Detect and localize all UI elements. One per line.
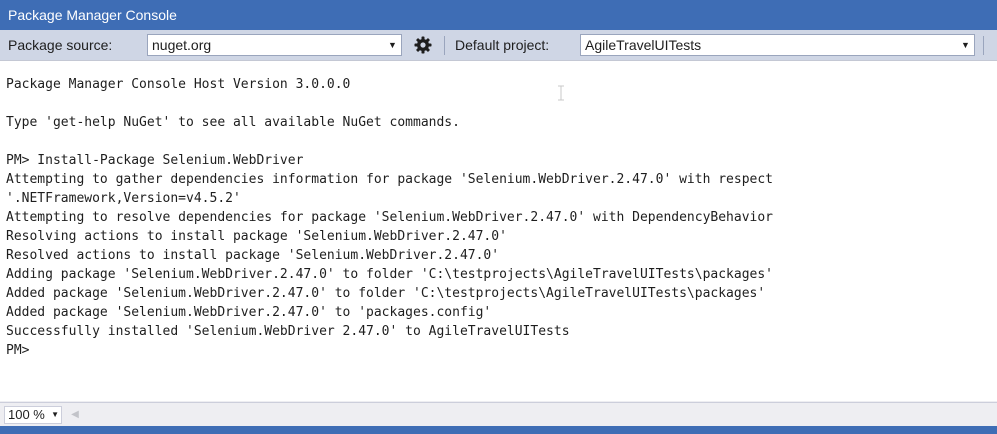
window-title: Package Manager Console [0, 0, 997, 30]
package-manager-console-window: Package Manager Console Package source: … [0, 0, 997, 434]
gear-icon[interactable] [412, 34, 434, 56]
chevron-down-icon[interactable]: ▼ [384, 35, 401, 55]
package-source-dropdown[interactable]: nuget.org ▼ [147, 34, 402, 56]
console-line: Added package 'Selenium.WebDriver.2.47.0… [6, 286, 766, 301]
window-bottom-border [0, 426, 997, 434]
zoom-value: 100 % [8, 407, 45, 422]
text-cursor-icon [558, 85, 564, 101]
chevron-down-icon[interactable]: ▼ [51, 407, 59, 423]
console-statusbar: 100 % ▼ ◀ [0, 402, 997, 426]
zoom-dropdown[interactable]: 100 % ▼ [4, 406, 62, 424]
console-line: Attempting to gather dependencies inform… [6, 172, 774, 187]
default-project-label: Default project: [455, 37, 550, 53]
default-project-dropdown[interactable]: AgileTravelUITests ▼ [580, 34, 975, 56]
console-line: Resolved actions to install package 'Sel… [6, 248, 500, 263]
console-toolbar: Package source: nuget.org ▼ Default proj… [0, 30, 997, 61]
console-line: PM> Install-Package Selenium.WebDriver [6, 153, 304, 168]
package-source-value: nuget.org [152, 37, 212, 53]
default-project-value: AgileTravelUITests [585, 37, 702, 53]
console-line: Package Manager Console Host Version 3.0… [6, 77, 351, 92]
console-line: Adding package 'Selenium.WebDriver.2.47.… [6, 267, 774, 282]
package-source-label: Package source: [8, 37, 113, 53]
console-line: Resolving actions to install package 'Se… [6, 229, 507, 244]
console-line: Type 'get-help NuGet' to see all availab… [6, 115, 460, 130]
console-line: '.NETFramework,Version=v4.5.2' [6, 191, 241, 206]
console-prompt: PM> [6, 343, 30, 358]
toolbar-separator [983, 36, 984, 55]
console-output[interactable]: Package Manager Console Host Version 3.0… [0, 61, 997, 401]
console-line: Added package 'Selenium.WebDriver.2.47.0… [6, 305, 492, 320]
toolbar-separator [444, 36, 445, 55]
console-line: Successfully installed 'Selenium.WebDriv… [6, 324, 570, 339]
chevron-down-icon[interactable]: ▼ [957, 35, 974, 55]
scroll-left-icon[interactable]: ◀ [70, 407, 80, 423]
console-line: Attempting to resolve dependencies for p… [6, 210, 774, 225]
